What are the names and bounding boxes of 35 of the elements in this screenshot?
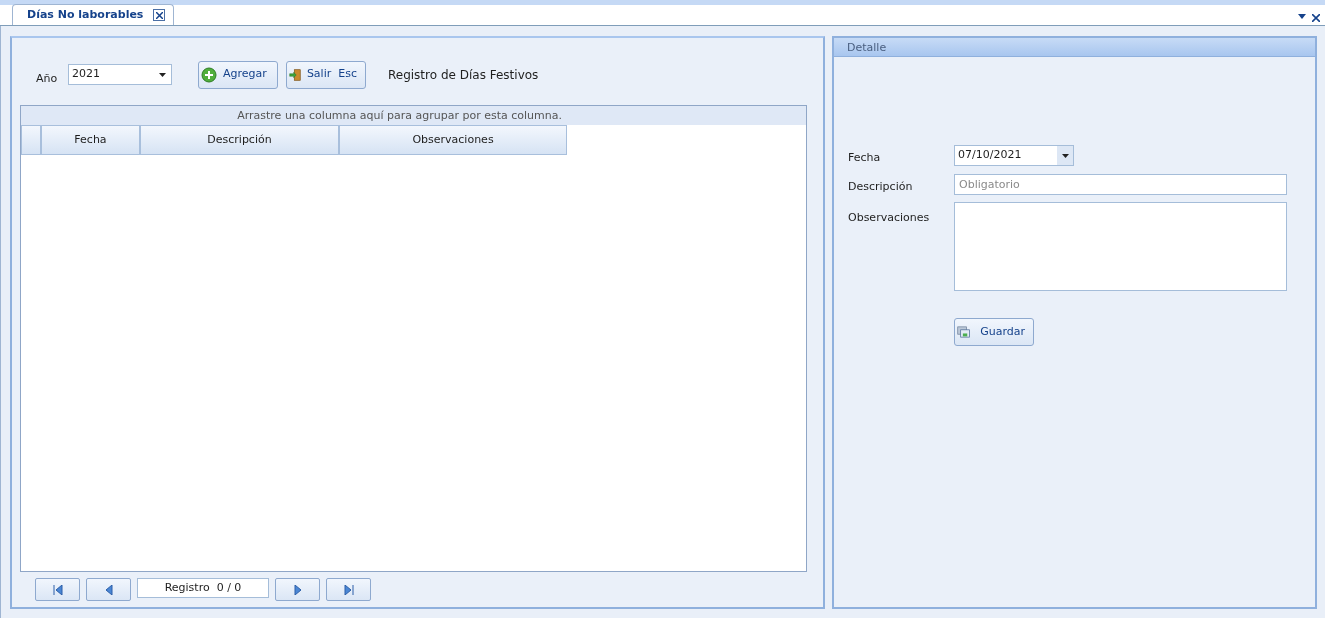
- group-panel-hint: Arrastre una columna aquí para agrupar por esta columna.: [21, 106, 806, 125]
- close-icon[interactable]: [1311, 14, 1320, 23]
- year-dropdown[interactable]: 2021: [68, 64, 172, 85]
- column-header[interactable]: Descripción: [140, 125, 339, 155]
- field-label: Descripción: [848, 178, 914, 195]
- save-icon: [957, 324, 971, 340]
- pager-button[interactable]: [326, 578, 371, 601]
- pager-button[interactable]: [86, 578, 131, 601]
- dropdown-arrow-icon: [1061, 153, 1069, 158]
- previous-icon: [103, 584, 114, 595]
- dropdown-arrow-icon: [159, 72, 167, 77]
- panel-header: Detalle: [834, 38, 1315, 57]
- field-label: Fecha: [848, 150, 882, 166]
- save-button[interactable]: Guardar: [954, 318, 1034, 346]
- observations-field[interactable]: [954, 202, 1287, 291]
- field-label: Observaciones: [848, 210, 931, 226]
- pager-button[interactable]: [275, 578, 320, 601]
- document-tab[interactable]: Días No laborables: [12, 4, 175, 25]
- tab-close-icon[interactable]: [153, 9, 166, 21]
- form-heading: Registro de Días Festivos: [388, 66, 539, 84]
- column-header[interactable]: Fecha: [41, 125, 140, 155]
- last-page-icon: [343, 584, 354, 595]
- plus-circle-icon: [201, 66, 217, 83]
- date-picker[interactable]: 07/10/2021: [954, 145, 1074, 166]
- next-icon: [292, 584, 303, 595]
- toolbar-button[interactable]: Salir Esc: [286, 60, 366, 89]
- first-page-icon: [52, 584, 63, 595]
- dropdown-icon[interactable]: [1298, 14, 1306, 20]
- column-header[interactable]: Observaciones: [339, 125, 567, 155]
- pager-button[interactable]: [35, 578, 80, 601]
- row-indicator-header: [21, 125, 41, 155]
- description-field[interactable]: Obligatorio: [954, 173, 1287, 195]
- toolbar-button[interactable]: Agregar: [198, 60, 278, 89]
- year-label: Año: [36, 71, 58, 88]
- record-counter: Registro 0 / 0: [137, 578, 269, 598]
